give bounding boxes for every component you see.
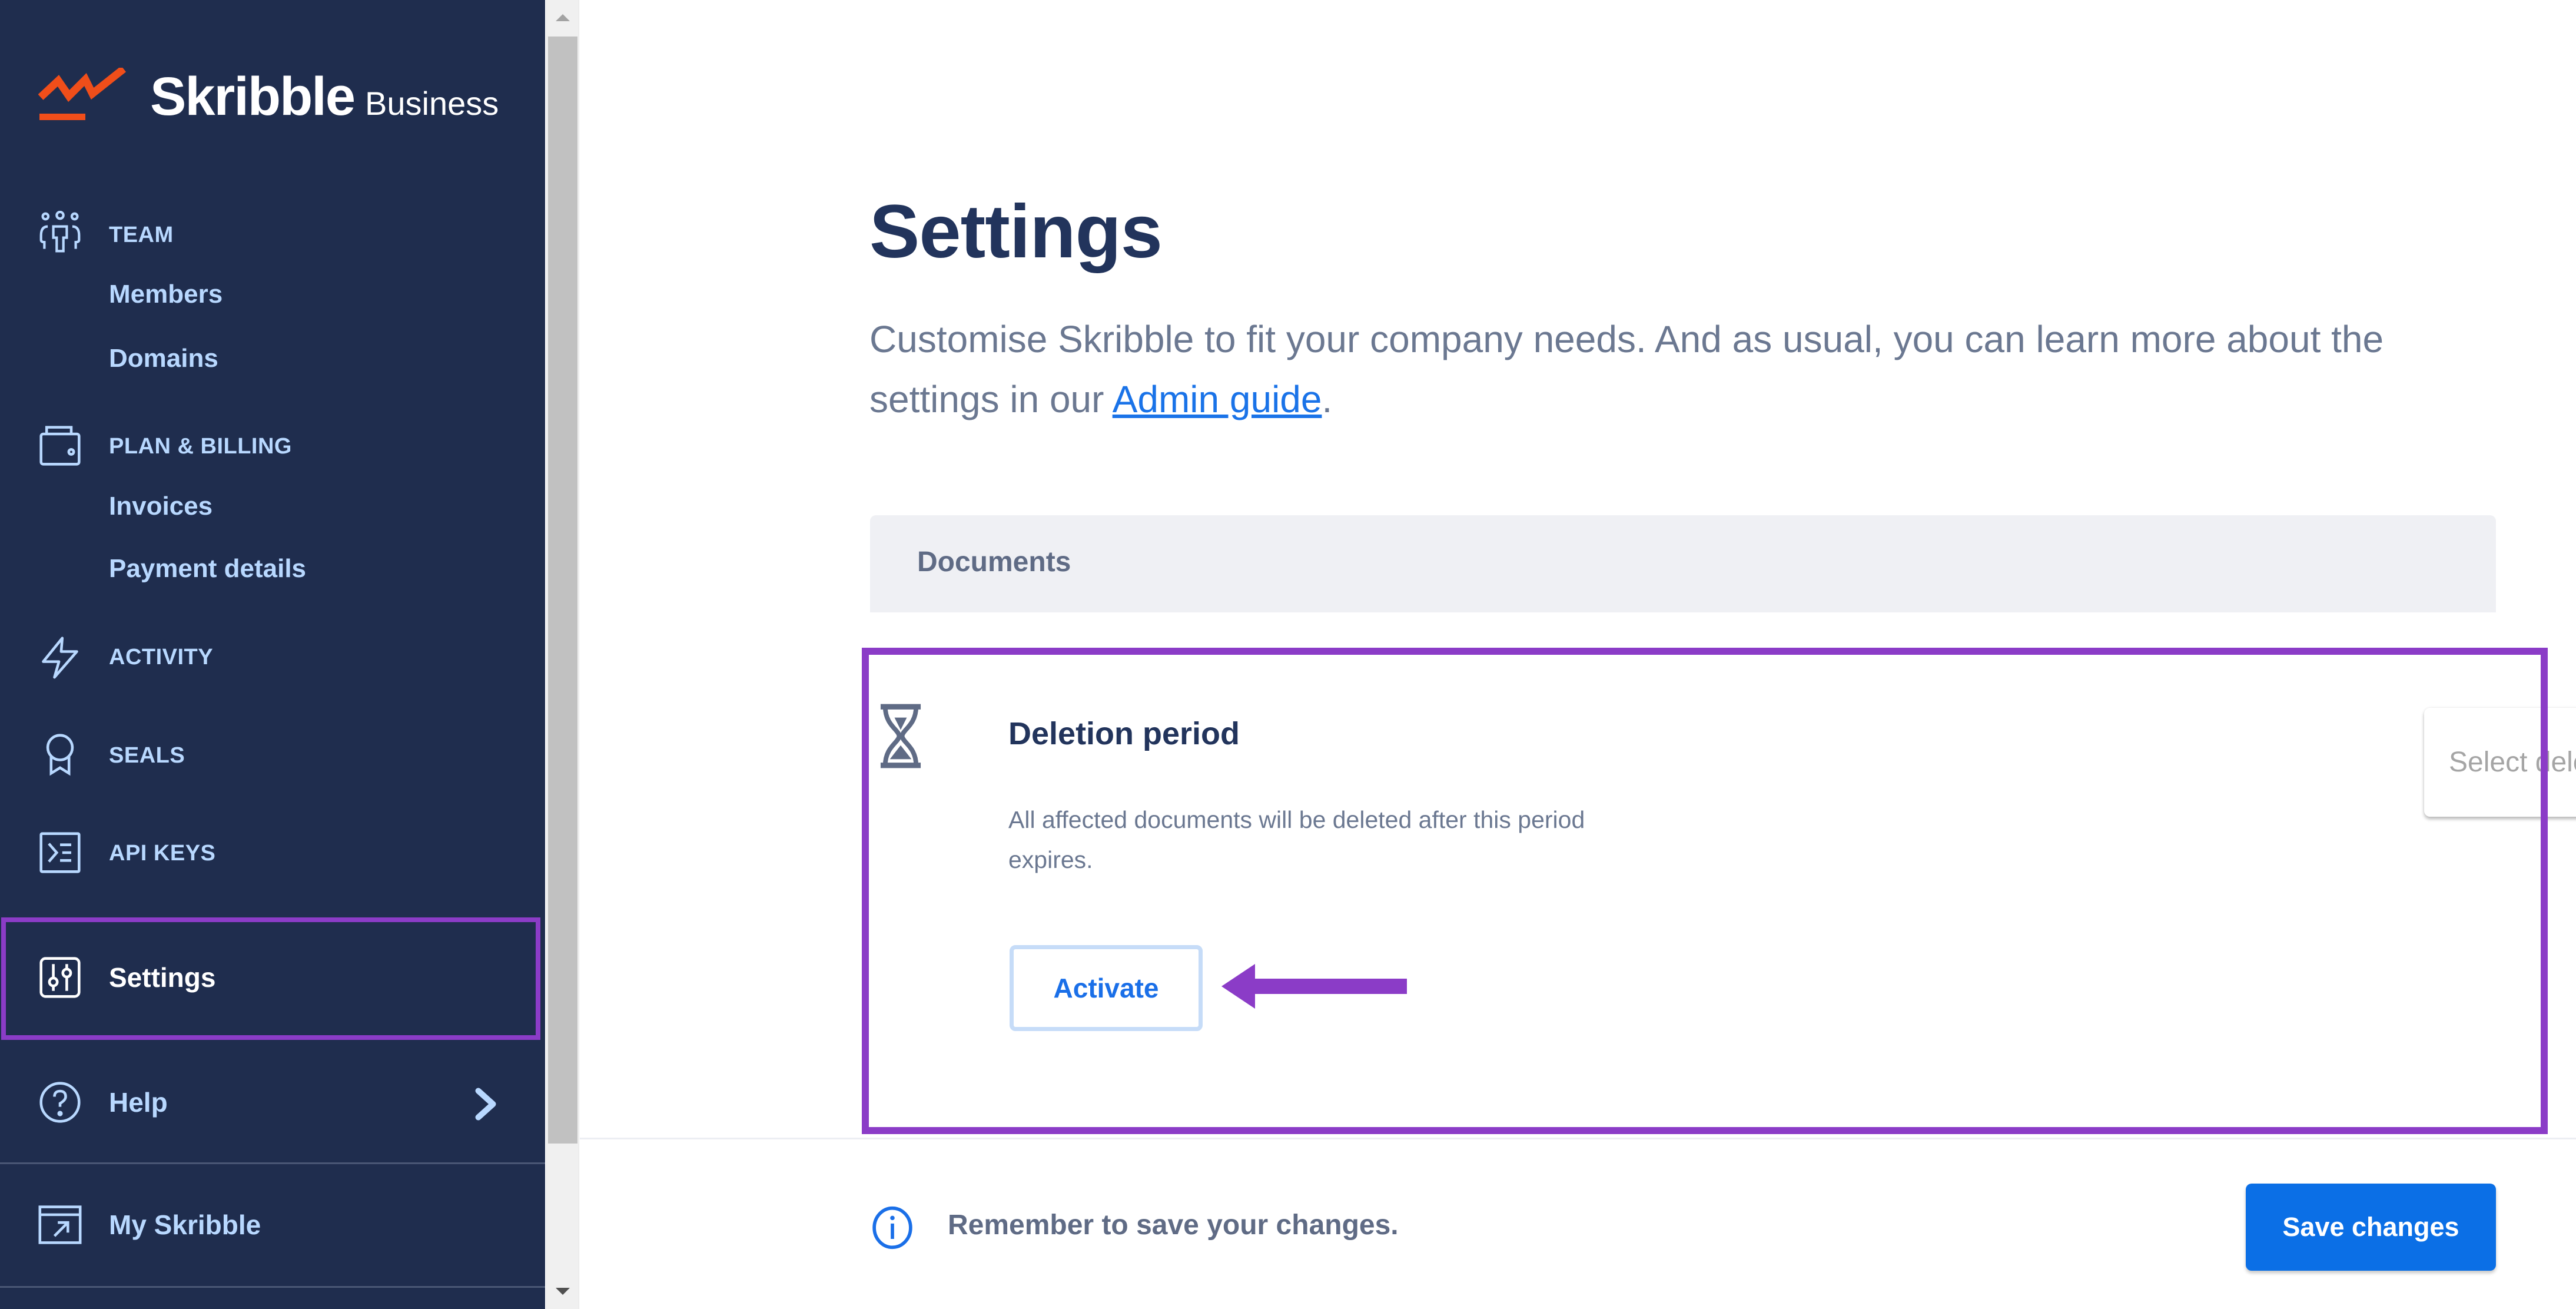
setting-title: Deletion period xyxy=(1008,716,1240,751)
sidebar-item-payment-details[interactable]: Payment details xyxy=(109,554,306,584)
description-text: Customise Skribble to fit your company n… xyxy=(869,318,2384,420)
chevron-right-icon xyxy=(475,1088,496,1121)
main-content: Settings Customise Skribble to fit your … xyxy=(580,0,2576,1309)
select-placeholder: Select deletion period xyxy=(2449,747,2576,778)
deletion-period-select[interactable]: Select deletion period xyxy=(2424,708,2576,817)
brand-product: Business xyxy=(365,85,499,122)
brand-name: Skribble xyxy=(150,67,356,127)
documents-section-header: Documents xyxy=(870,515,2496,612)
hourglass-icon xyxy=(880,704,921,768)
sidebar-item-label: ACTIVITY xyxy=(109,645,214,670)
sidebar: Skribble Business TEAM Members Domains P… xyxy=(0,0,545,1309)
help-circle-icon xyxy=(38,1080,82,1125)
skribble-logo[interactable]: Skribble Business xyxy=(38,68,499,124)
triangle-down-icon xyxy=(556,1288,570,1295)
sidebar-scrollbar[interactable] xyxy=(546,0,579,1309)
activate-button[interactable]: Activate xyxy=(1010,945,1203,1031)
skribble-logo-icon xyxy=(38,68,127,120)
scroll-up-button[interactable] xyxy=(547,0,579,35)
annotation-highlight-settings xyxy=(1,917,540,1040)
wallet-icon xyxy=(38,423,82,468)
lightning-icon xyxy=(38,635,82,680)
section-header-label: Documents xyxy=(917,546,1071,578)
scroll-down-button[interactable] xyxy=(547,1274,579,1309)
annotation-arrow-icon xyxy=(1221,964,1407,1009)
admin-guide-link[interactable]: Admin guide xyxy=(1113,378,1322,420)
sidebar-section-label: PLAN & BILLING xyxy=(109,434,292,459)
sidebar-item-label: API KEYS xyxy=(109,841,216,866)
deletion-period-setting: Deletion period All affected documents w… xyxy=(870,612,2576,1136)
sidebar-item-domains[interactable]: Domains xyxy=(109,344,218,373)
sidebar-item-invoices[interactable]: Invoices xyxy=(109,492,213,521)
terminal-icon xyxy=(38,830,82,875)
description-suffix: . xyxy=(1322,378,1333,420)
sidebar-item-label: My Skribble xyxy=(109,1209,261,1240)
sidebar-item-label: Help xyxy=(109,1087,168,1118)
save-changes-button[interactable]: Save changes xyxy=(2246,1184,2496,1271)
sidebar-item-members[interactable]: Members xyxy=(109,280,223,309)
save-footer: Remember to save your changes. Save chan… xyxy=(580,1138,2576,1309)
sidebar-divider xyxy=(0,1286,545,1288)
seal-badge-icon xyxy=(38,732,82,777)
page-title: Settings xyxy=(869,190,1163,274)
sidebar-item-label: SEALS xyxy=(109,743,185,768)
sidebar-section-label: TEAM xyxy=(109,223,174,247)
setting-description: All affected documents will be deleted a… xyxy=(1008,806,1585,873)
page-description: Customise Skribble to fit your company n… xyxy=(869,309,2506,429)
info-icon xyxy=(872,1206,912,1250)
external-window-icon xyxy=(38,1202,82,1247)
sidebar-divider xyxy=(0,1162,545,1164)
team-icon xyxy=(38,211,82,256)
scroll-thumb[interactable] xyxy=(548,37,577,1144)
triangle-up-icon xyxy=(556,14,570,21)
save-reminder-text: Remember to save your changes. xyxy=(948,1209,1399,1241)
